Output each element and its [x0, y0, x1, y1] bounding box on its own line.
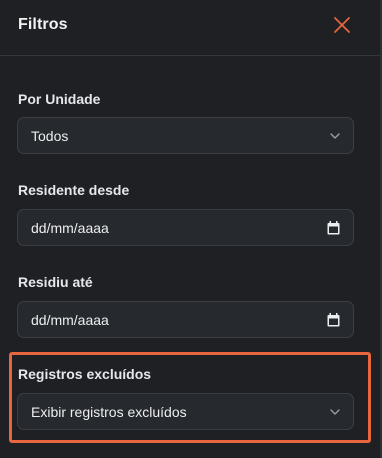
residiu-ate-label: Residiu até [18, 274, 93, 290]
registros-excluidos-label: Registros excluídos [18, 366, 152, 382]
registros-excluidos-select[interactable]: Exibir registros excluídos [17, 393, 354, 430]
chevron-down-icon [330, 133, 340, 139]
residente-desde-placeholder: dd/mm/aaaa [31, 220, 109, 236]
residiu-ate-date-input[interactable]: dd/mm/aaaa [17, 301, 354, 338]
chevron-down-icon [330, 409, 340, 415]
registros-excluidos-select-value: Exibir registros excluídos [31, 404, 187, 420]
filters-panel: Filtros Por Unidade Todos Residente desd… [0, 0, 382, 458]
close-icon [334, 17, 350, 33]
calendar-icon[interactable] [327, 221, 340, 235]
calendar-icon[interactable] [327, 313, 340, 327]
residiu-ate-placeholder: dd/mm/aaaa [31, 312, 109, 328]
residente-desde-date-input[interactable]: dd/mm/aaaa [17, 209, 354, 246]
close-button[interactable] [330, 13, 354, 37]
panel-title: Filtros [18, 16, 68, 33]
unidade-label: Por Unidade [18, 91, 101, 107]
header-divider [0, 55, 380, 56]
unidade-select-value: Todos [31, 128, 69, 144]
panel-header: Filtros [0, 0, 380, 54]
unidade-select[interactable]: Todos [17, 117, 354, 154]
residente-desde-label: Residente desde [18, 182, 130, 198]
